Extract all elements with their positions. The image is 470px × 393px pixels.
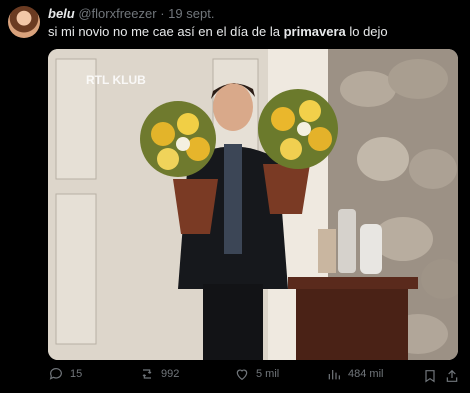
media-watermark: RTL KLUB	[86, 73, 146, 87]
author-handle[interactable]: @florxfreezer	[78, 6, 156, 21]
reply-button[interactable]: 15	[48, 366, 82, 382]
like-count: 5 mil	[256, 368, 280, 380]
post-actions: 15 992 5 mil 484 mil	[48, 366, 458, 388]
post-text: si mi novio no me cae así en el día de l…	[48, 24, 388, 39]
avatar[interactable]	[8, 6, 40, 38]
post-text-start: si mi novio no me cae así en el día de l…	[48, 24, 284, 39]
share-icon[interactable]	[444, 368, 460, 384]
bookmark-icon[interactable]	[422, 368, 438, 384]
author-name[interactable]: belu	[48, 6, 75, 21]
repost-button[interactable]: 992	[139, 366, 179, 382]
reply-count: 15	[70, 368, 83, 380]
like-icon	[236, 369, 248, 381]
media-image: RTL KLUB	[48, 49, 458, 360]
repost-count: 992	[161, 368, 180, 380]
reply-icon	[49, 368, 62, 380]
views-button[interactable]: 484 mil	[326, 366, 383, 382]
post-date[interactable]: 19 sept.	[168, 6, 214, 21]
separator: ·	[160, 6, 165, 21]
views-count: 484 mil	[348, 368, 384, 380]
post-header: belu @florxfreezer · 19 sept.	[48, 6, 214, 21]
like-button[interactable]: 5 mil	[234, 366, 279, 382]
post-text-end: lo dejo	[345, 24, 388, 39]
post-media[interactable]: RTL KLUB	[48, 49, 458, 360]
post-text-bold: primavera	[283, 24, 346, 39]
repost-icon	[142, 369, 152, 379]
views-icon	[328, 370, 340, 380]
